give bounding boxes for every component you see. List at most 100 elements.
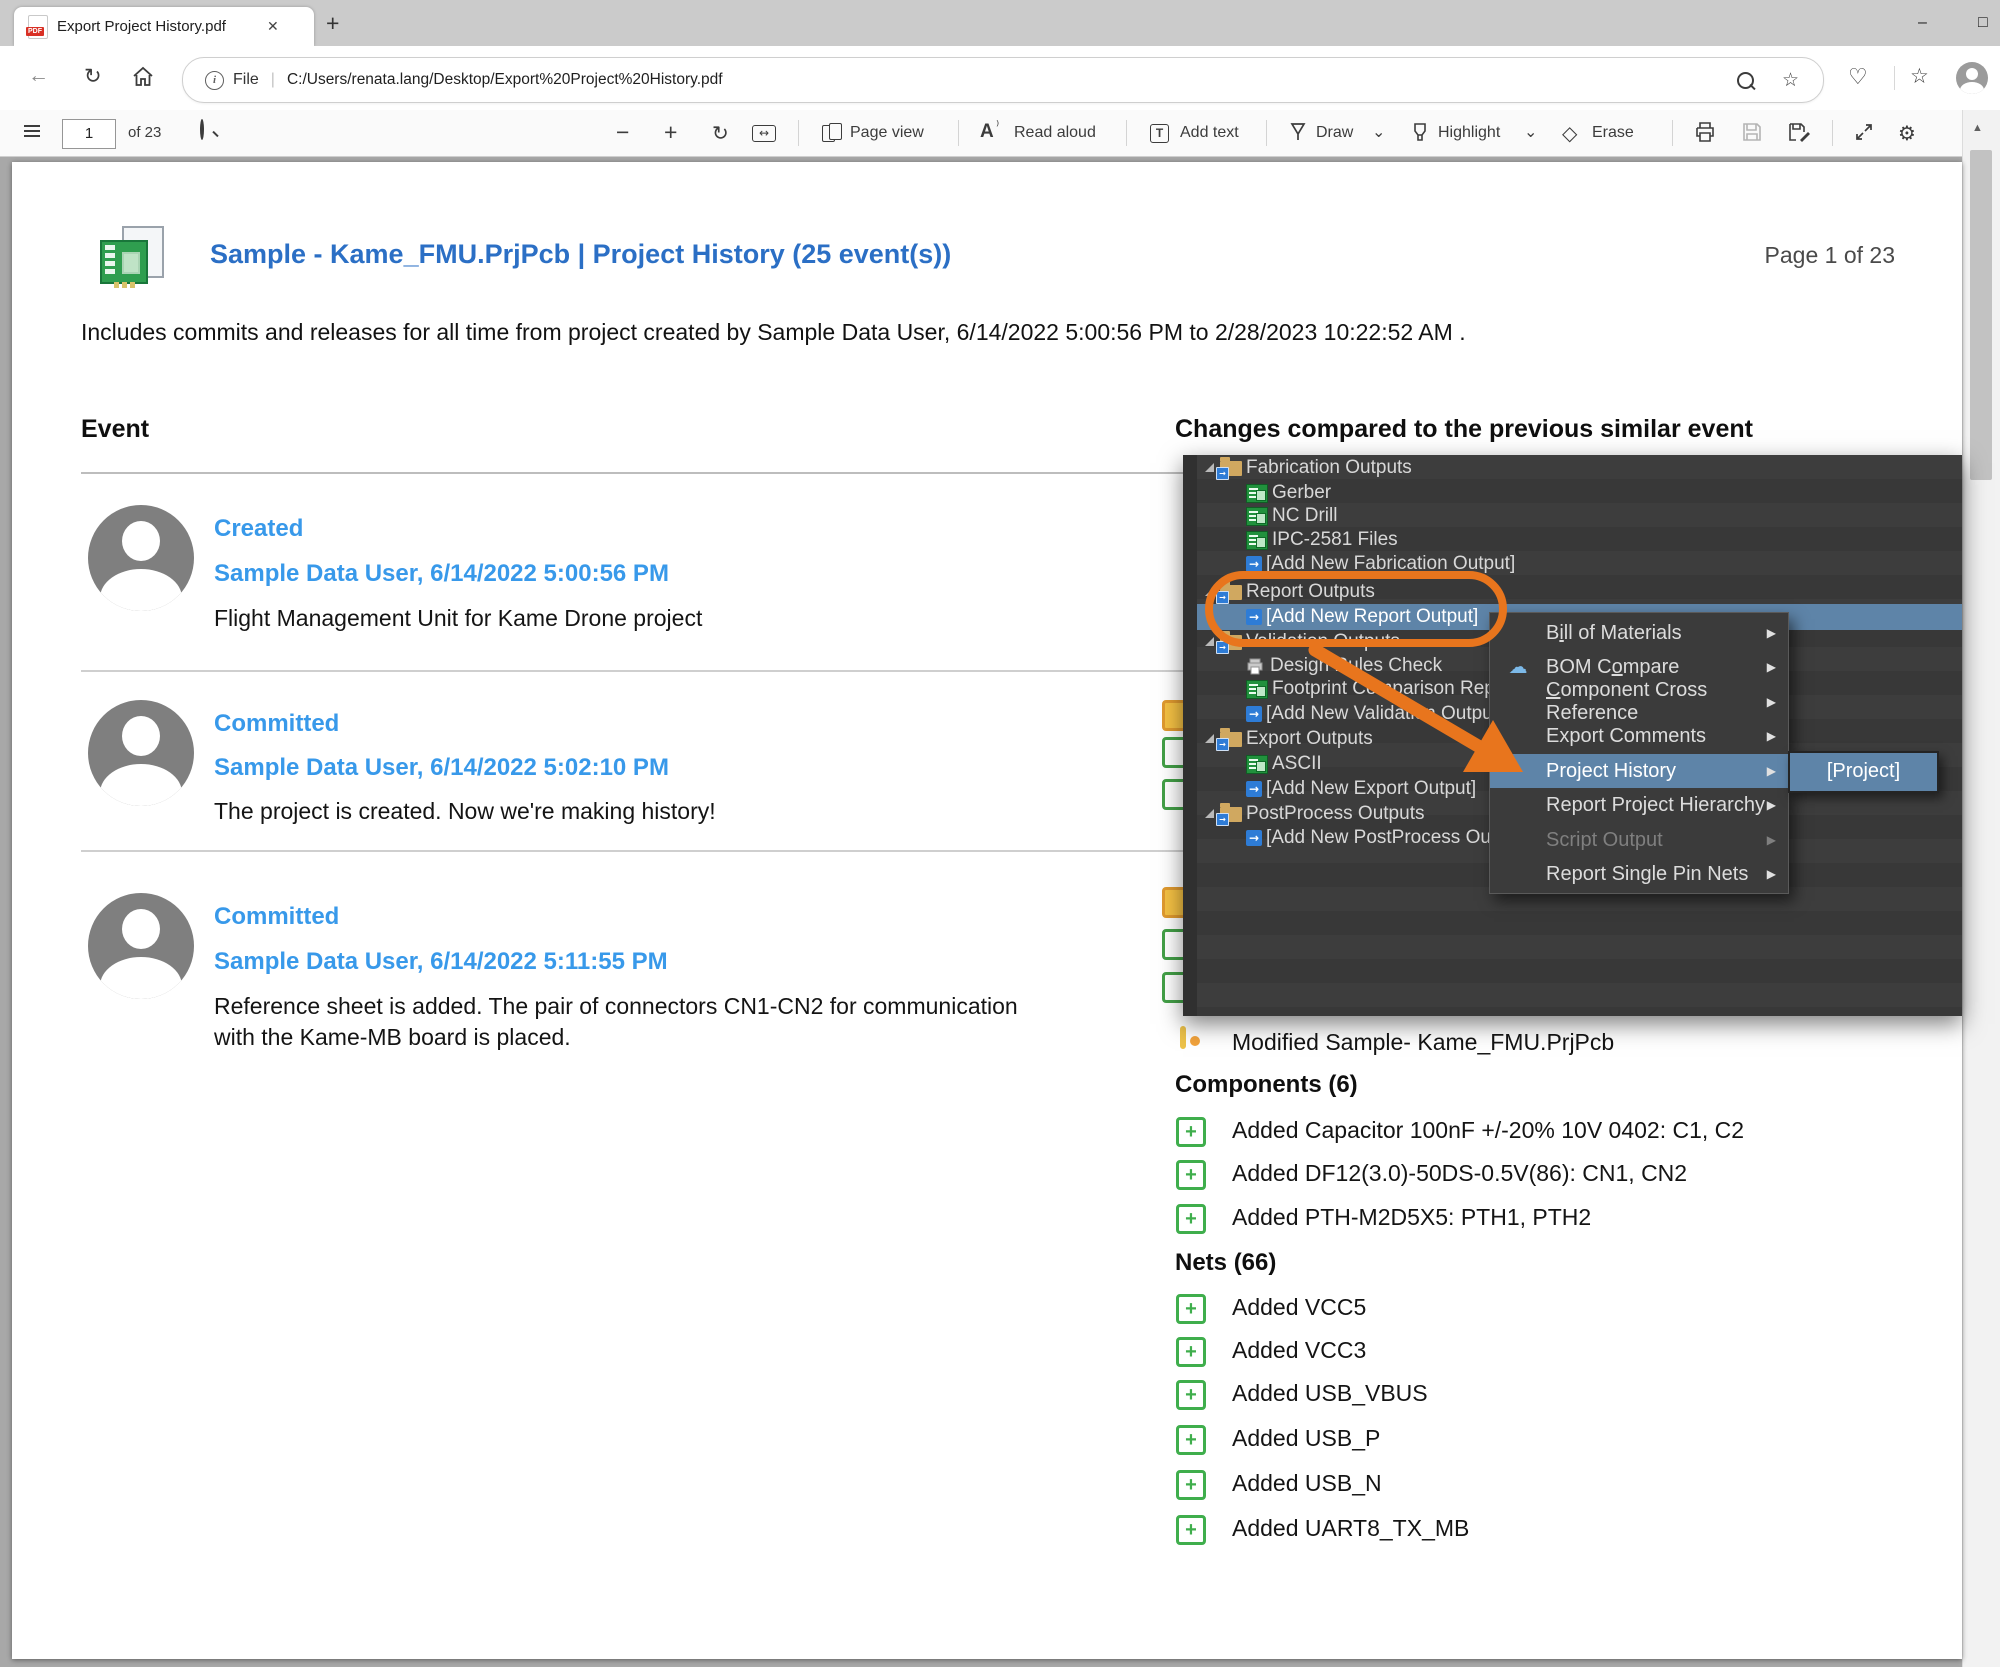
outputs-screenshot-panel: → Fabrication Outputs Gerber NC Drill IP… [1183, 455, 1962, 1016]
zoom-page-icon[interactable] [1737, 72, 1754, 89]
browser-tab[interactable]: PDF Export Project History.pdf ✕ [14, 7, 314, 46]
menu-item-report-project-hierarchy[interactable]: Report Project Hierarchy ▶ [1490, 788, 1788, 822]
highlight-chevron-icon[interactable]: ⌄ [1524, 122, 1537, 142]
panel-scroll-strip [1183, 455, 1197, 1016]
folder-icon: → [1220, 807, 1242, 822]
annotation-ellipse [1205, 571, 1507, 647]
tab-close-icon[interactable]: ✕ [267, 18, 279, 35]
printer-icon [1246, 658, 1266, 675]
scroll-up-icon[interactable]: ▲ [1972, 122, 1983, 134]
page-view-label[interactable]: Page view [850, 124, 924, 142]
event-body: Reference sheet is added. The pair of co… [214, 993, 1018, 1020]
save-icon[interactable] [1742, 122, 1762, 142]
scrollbar[interactable]: ▲ [1962, 110, 2000, 1667]
home-icon[interactable] [132, 66, 154, 88]
window-minimize-button[interactable]: – [1918, 14, 1927, 32]
submenu-arrow-icon: ▶ [1767, 660, 1776, 674]
favorite-add-icon[interactable]: ☆ [1782, 69, 1799, 92]
draw-icon[interactable] [1288, 122, 1308, 142]
event-type: Committed [214, 710, 339, 738]
event-body-line2: with the Kame-MB board is placed. [214, 1024, 571, 1051]
add-text-icon[interactable]: T [1150, 124, 1169, 143]
fit-width-icon[interactable]: ↔ [752, 125, 776, 142]
added-icon: + [1176, 1160, 1206, 1190]
read-aloud-label[interactable]: Read aloud [1014, 124, 1096, 142]
draw-label[interactable]: Draw [1316, 124, 1353, 142]
highlight-label[interactable]: Highlight [1438, 124, 1500, 142]
changes-column-header: Changes compared to the previous similar… [1175, 415, 1753, 444]
back-icon[interactable]: ← [28, 64, 49, 88]
net-added: Added UART8_TX_MB [1232, 1515, 1469, 1542]
url-text[interactable]: C:/Users/renata.lang/Desktop/Export%20Pr… [287, 71, 1737, 89]
submenu-item-project[interactable]: [Project] [1788, 751, 1939, 793]
page-indicator: Page 1 of 23 [1695, 242, 1895, 269]
page-count-label: of 23 [128, 124, 161, 141]
add-new-icon: → [1246, 556, 1262, 572]
add-text-label[interactable]: Add text [1180, 124, 1239, 142]
profile-avatar[interactable] [1956, 62, 1988, 94]
rotate-icon[interactable]: ↻ [712, 121, 729, 146]
add-new-icon: → [1246, 706, 1262, 722]
avatar [88, 893, 194, 999]
menu-item-report-single-pin-nets[interactable]: Report Single Pin Nets ▶ [1490, 857, 1788, 891]
erase-icon[interactable]: ◇ [1562, 121, 1577, 146]
url-separator: | [271, 71, 275, 89]
component-added: Added PTH-M2D5X5: PTH1, PTH2 [1232, 1204, 1591, 1231]
expander-icon[interactable] [1205, 809, 1214, 818]
window-maximize-button[interactable]: □ [1978, 14, 1988, 32]
info-icon[interactable]: i [205, 71, 224, 90]
erase-label[interactable]: Erase [1592, 124, 1634, 142]
added-icon: + [1176, 1515, 1206, 1545]
new-tab-button[interactable]: + [326, 10, 339, 37]
intro-text: Includes commits and releases for all ti… [81, 319, 1831, 346]
print-icon[interactable] [1694, 122, 1716, 142]
context-menu: Bill of Materials ▶ ☁ BOM Compare ▶ Comp… [1489, 612, 1789, 894]
added-icon: + [1176, 1425, 1206, 1455]
folder-icon: → [1220, 461, 1242, 476]
menu-item-export-comments[interactable]: Export Comments ▶ [1490, 719, 1788, 753]
menu-item-project-history[interactable]: Project History ▶ [1490, 754, 1788, 788]
menu-item-script-output: Script Output ▶ [1490, 823, 1788, 857]
page-number-input[interactable]: 1 [62, 119, 116, 149]
save-as-icon[interactable] [1788, 122, 1810, 142]
output-icon [1246, 755, 1268, 774]
read-aloud-icon[interactable]: A [980, 121, 994, 143]
avatar [88, 700, 194, 806]
menu-item-component-cross-reference[interactable]: Component Cross Reference ▶ [1490, 685, 1788, 719]
row-divider [81, 850, 1183, 852]
address-bar[interactable]: i File | C:/Users/renata.lang/Desktop/Ex… [182, 57, 1824, 103]
scroll-thumb[interactable] [1970, 150, 1992, 480]
expander-icon[interactable] [1205, 637, 1214, 646]
toc-icon[interactable] [24, 122, 40, 140]
highlight-icon[interactable] [1410, 122, 1430, 142]
zoom-out-button[interactable]: − [616, 119, 629, 146]
tree-item-ipc2581[interactable]: IPC-2581 Files [1197, 528, 1957, 552]
output-icon [1246, 680, 1268, 699]
output-icon [1246, 484, 1268, 503]
added-icon: + [1176, 1337, 1206, 1367]
browser-essentials-icon[interactable]: ♡ [1848, 64, 1868, 90]
project-icon [100, 226, 166, 284]
tree-item-nc-drill[interactable]: NC Drill [1197, 504, 1957, 528]
menu-item-bill-of-materials[interactable]: Bill of Materials ▶ [1490, 616, 1788, 650]
submenu-arrow-icon: ▶ [1767, 867, 1776, 881]
expander-icon[interactable] [1205, 734, 1214, 743]
expander-icon[interactable] [1205, 463, 1214, 472]
added-icon: + [1176, 1470, 1206, 1500]
document-title: Sample - Kame_FMU.PrjPcb | Project Histo… [210, 239, 951, 270]
refresh-icon[interactable]: ↻ [84, 64, 102, 89]
modified-icon [1180, 1026, 1186, 1049]
added-icon: + [1176, 1294, 1206, 1324]
fullscreen-icon[interactable] [1854, 122, 1874, 142]
submenu-arrow-icon: ▶ [1767, 798, 1776, 812]
settings-gear-icon[interactable]: ⚙ [1898, 121, 1916, 146]
net-added: Added USB_P [1232, 1425, 1380, 1452]
event-body: Flight Management Unit for Kame Drone pr… [214, 605, 702, 632]
tree-item-fabrication-outputs[interactable]: → Fabrication Outputs [1197, 456, 1957, 480]
component-added: Added Capacitor 100nF +/-20% 10V 0402: C… [1232, 1117, 1744, 1144]
draw-chevron-icon[interactable]: ⌄ [1372, 122, 1385, 142]
favorites-list-icon[interactable]: ☆ [1910, 64, 1929, 89]
tree-item-gerber[interactable]: Gerber [1197, 481, 1957, 505]
zoom-in-button[interactable]: + [664, 119, 677, 146]
search-icon[interactable] [200, 119, 204, 140]
